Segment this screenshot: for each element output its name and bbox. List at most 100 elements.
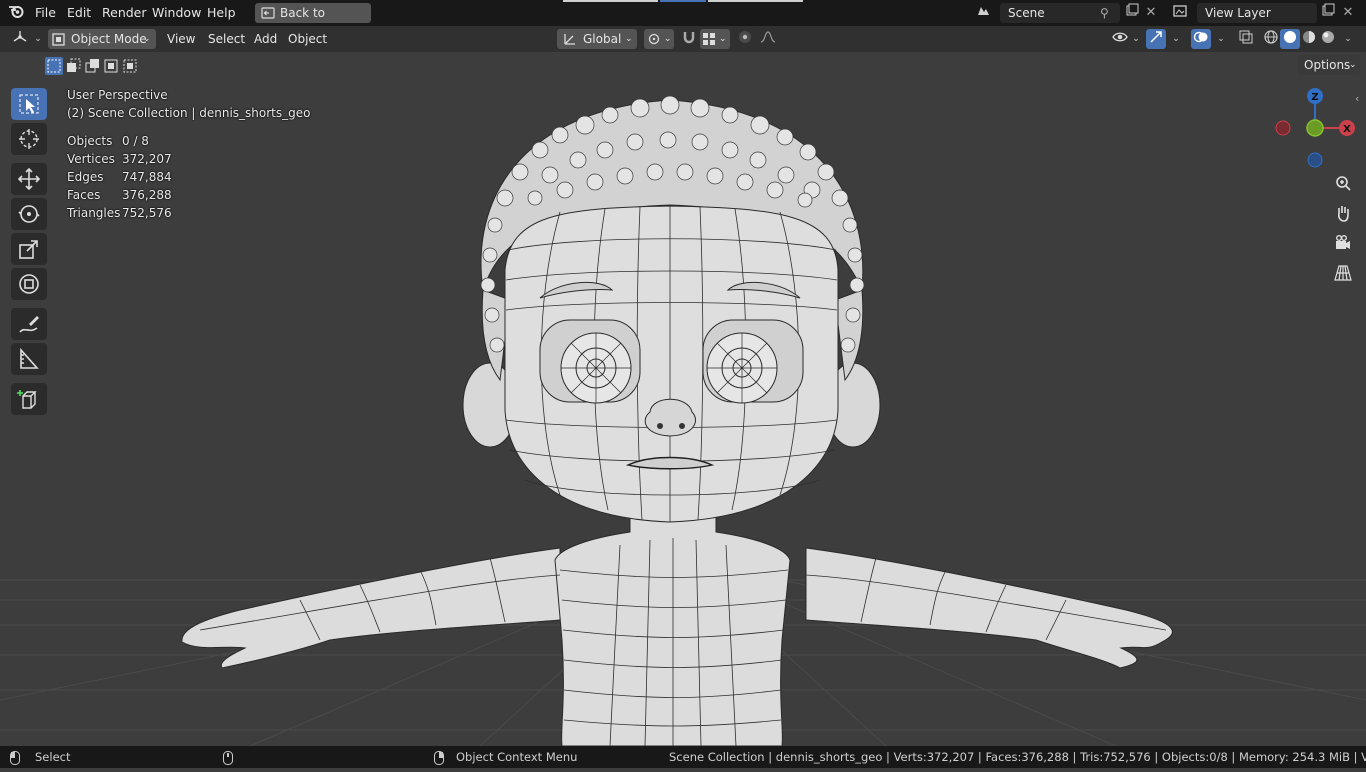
menu-window[interactable]: Window xyxy=(152,0,201,26)
pivot-point-dropdown[interactable]: ⌄ xyxy=(644,29,674,49)
chevron-down-icon[interactable]: ⌄ xyxy=(28,29,48,49)
solid-shading-icon[interactable] xyxy=(1280,29,1300,49)
menu-object[interactable]: Object xyxy=(288,29,327,49)
add-cube-tool[interactable] xyxy=(11,383,47,415)
select-subtract-icon[interactable] xyxy=(83,57,101,75)
stat-triangles: Triangles 752,576 xyxy=(67,204,267,222)
mode-dropdown[interactable]: Object Mode ⌄ xyxy=(48,29,156,49)
object-mode-icon xyxy=(52,32,65,52)
back-to-previous-button[interactable]: Back to Previous xyxy=(255,3,371,40)
left-eye xyxy=(539,319,641,404)
wireframe-shading-icon[interactable] xyxy=(1261,29,1281,49)
mouse-middle-icon xyxy=(223,750,233,772)
measure-tool[interactable] xyxy=(11,343,47,375)
chevron-down-icon: ⌄ xyxy=(1349,60,1357,70)
snap-icon[interactable] xyxy=(679,29,699,49)
transform-tool[interactable] xyxy=(11,268,47,300)
status-info-text: Scene Collection | dennis_shorts_geo | V… xyxy=(669,750,1366,764)
menu-file[interactable]: File xyxy=(35,0,56,26)
new-view-layer-icon[interactable] xyxy=(1318,3,1338,23)
axis-x-label: X xyxy=(1343,124,1351,135)
view-layer-name: View Layer xyxy=(1205,6,1271,20)
menu-view[interactable]: View xyxy=(167,29,195,49)
proportional-editing-icon[interactable] xyxy=(735,29,755,49)
material-shading-icon[interactable] xyxy=(1299,29,1319,49)
axis-neg-z-handle[interactable] xyxy=(1307,152,1323,168)
grid-icon xyxy=(703,32,716,52)
options-dropdown[interactable]: Options ⌄ xyxy=(1298,55,1360,75)
stat-label: Vertices xyxy=(67,152,115,166)
scene-statistics: Objects 0 / 8 Vertices 372,207 Edges 747… xyxy=(67,132,310,232)
menu-render[interactable]: Render xyxy=(102,0,147,26)
chevron-down-icon[interactable]: ⌄ xyxy=(1126,29,1146,49)
select-extend-icon[interactable] xyxy=(64,57,82,75)
mouse-right-icon xyxy=(434,750,444,772)
new-scene-icon[interactable] xyxy=(1122,3,1142,23)
menu-edit[interactable]: Edit xyxy=(67,0,91,26)
menu-help[interactable]: Help xyxy=(207,0,236,26)
status-select-label: Select xyxy=(35,750,71,764)
orientation-icon xyxy=(562,31,577,52)
perspective-label: User Perspective xyxy=(67,88,168,102)
chevron-down-icon[interactable]: ⌄ xyxy=(1166,29,1186,49)
view-layer-icon[interactable] xyxy=(1170,3,1190,23)
stat-edges: Edges 747,884 xyxy=(67,168,267,186)
pin-icon[interactable]: ⚲ xyxy=(1100,3,1109,23)
cursor-tool[interactable] xyxy=(11,123,47,155)
scale-tool[interactable] xyxy=(11,233,47,265)
falloff-icon[interactable] xyxy=(758,29,778,49)
overlays-toggle-icon[interactable] xyxy=(1191,29,1211,49)
status-context-menu-label: Object Context Menu xyxy=(456,750,578,764)
tool-shelf xyxy=(0,86,60,416)
workspace-tab-indicator[interactable] xyxy=(708,0,803,2)
selection-mode-group xyxy=(45,57,140,75)
select-new-icon[interactable] xyxy=(45,57,63,75)
view-layer-field[interactable]: View Layer xyxy=(1197,3,1317,23)
menu-select[interactable]: Select xyxy=(208,29,245,49)
select-invert-icon[interactable] xyxy=(102,57,120,75)
camera-view-icon[interactable] xyxy=(1330,230,1356,256)
transform-orientation-label: Global xyxy=(583,32,622,46)
navigation-gizmo[interactable]: Z X xyxy=(1270,86,1360,176)
scene-name-field[interactable]: Scene ⚲ xyxy=(1000,3,1120,23)
annotate-tool[interactable] xyxy=(11,308,47,340)
zoom-icon[interactable] xyxy=(1330,170,1356,196)
character-torso xyxy=(554,509,791,746)
stat-value: 372,207 xyxy=(122,152,172,166)
xray-toggle-icon[interactable] xyxy=(1236,29,1256,49)
workspace-tab-active-indicator[interactable] xyxy=(660,0,706,2)
chevron-down-icon: ⌄ xyxy=(719,34,727,44)
snap-target-dropdown[interactable]: ⌄ xyxy=(700,29,730,49)
sidebar-toggle-icon[interactable]: ‹ xyxy=(1355,92,1359,105)
perspective-toggle-icon[interactable] xyxy=(1330,260,1356,286)
delete-view-layer-icon[interactable]: ✕ xyxy=(1338,3,1358,23)
editor-type-icon[interactable] xyxy=(10,29,30,49)
scene-name: Scene xyxy=(1008,6,1045,20)
axis-y-handle[interactable] xyxy=(1306,119,1324,137)
scene-icon[interactable] xyxy=(973,3,993,23)
stat-label: Triangles xyxy=(67,206,121,220)
gizmo-toggle-icon[interactable] xyxy=(1146,29,1166,49)
chevron-down-icon[interactable]: ⌄ xyxy=(1338,29,1358,49)
menu-add[interactable]: Add xyxy=(254,29,277,49)
blender-logo-icon[interactable] xyxy=(6,3,26,23)
pan-hand-icon[interactable] xyxy=(1330,200,1356,226)
transform-orientation-dropdown[interactable]: Global ⌄ xyxy=(557,29,637,49)
stat-label: Edges xyxy=(67,170,104,184)
chevron-down-icon[interactable]: ⌄ xyxy=(1211,29,1231,49)
rendered-shading-icon[interactable] xyxy=(1318,29,1338,49)
select-intersect-icon[interactable] xyxy=(121,57,139,75)
mouse-left-icon xyxy=(10,750,20,772)
top-bar: File Edit Render Window Help Back to Pre… xyxy=(0,0,1366,40)
collection-label: (2) Scene Collection | dennis_shorts_geo xyxy=(67,106,311,120)
select-box-tool[interactable] xyxy=(11,88,47,120)
back-icon xyxy=(260,5,276,27)
stat-label: Objects xyxy=(67,134,113,148)
rotate-tool[interactable] xyxy=(11,198,47,230)
delete-scene-icon[interactable]: ✕ xyxy=(1141,3,1161,23)
axis-z-label: Z xyxy=(1311,92,1318,103)
axis-neg-x-handle[interactable] xyxy=(1275,120,1291,136)
viewport-info-overlay: User Perspective (2) Scene Collection | … xyxy=(67,86,310,222)
move-tool[interactable] xyxy=(11,163,47,195)
workspace-tab-indicator[interactable] xyxy=(563,0,658,2)
